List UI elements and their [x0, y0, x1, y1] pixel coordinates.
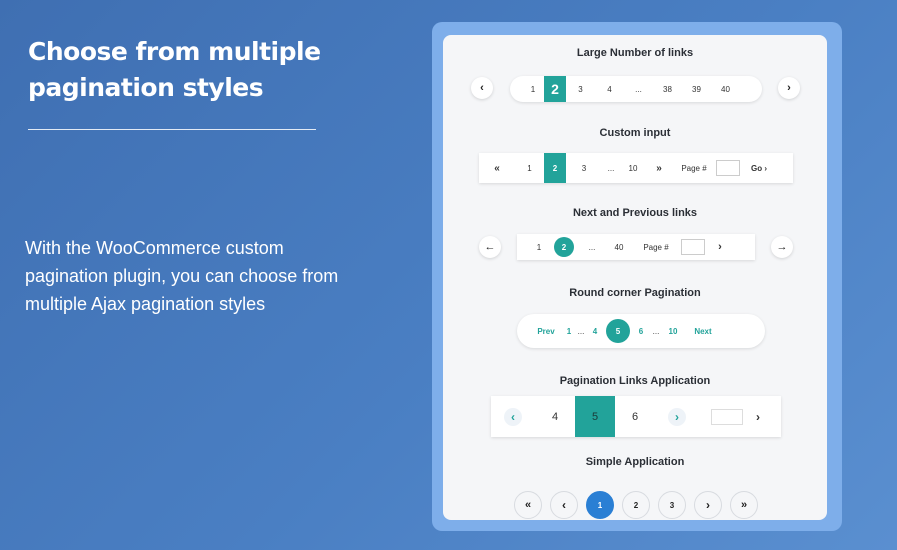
page-link[interactable]: 6 [633, 314, 649, 348]
page-link[interactable]: 1 [515, 153, 544, 183]
pagination-panel: Large Number of links ‹ 1 2 3 4 ... 38 3… [443, 35, 827, 520]
chevron-right-icon: › [706, 498, 710, 512]
page-link-active[interactable]: 5 [606, 319, 630, 343]
ellipsis: ... [607, 163, 615, 173]
page-link[interactable]: 4 [587, 314, 603, 348]
page-link-active[interactable]: 2 [544, 76, 566, 102]
double-chevron-right-icon: » [740, 499, 748, 511]
page-label: Page # [643, 242, 669, 252]
page-link[interactable]: 40 [607, 234, 631, 260]
page-link[interactable]: 1 [527, 234, 551, 260]
hero-divider [28, 129, 316, 130]
next-arrow-button[interactable]: → [771, 236, 793, 258]
ellipsis: ... [588, 242, 596, 252]
page-number-input[interactable] [716, 160, 740, 176]
page-link[interactable]: 39 [682, 76, 711, 102]
section-title-next-prev: Next and Previous links [572, 207, 698, 219]
next-prev-pagination-bar: 1 2 ... 40 Page # › [517, 234, 755, 260]
double-chevron-left-icon: « [524, 499, 532, 511]
page-link[interactable]: 4 [595, 76, 624, 102]
first-page-button[interactable]: « [479, 153, 515, 183]
ellipsis: ... [635, 84, 642, 94]
ellipsis: ... [652, 326, 660, 336]
go-button[interactable]: Go › [740, 153, 778, 183]
go-button[interactable]: › [743, 396, 773, 437]
page-label: Page # [681, 163, 707, 173]
custom-pagination-bar: « 1 2 3 ... 10 » Page # Go › [479, 153, 793, 183]
page-link[interactable]: 6 [615, 396, 655, 437]
arrow-left-icon: ← [484, 241, 496, 253]
last-page-button[interactable]: » [730, 491, 758, 519]
page-link[interactable]: 10 [620, 153, 646, 183]
page-link-active[interactable]: 5 [575, 396, 615, 437]
hero-description: With the WooCommerce custom pagination p… [25, 238, 339, 314]
next-button[interactable]: › [778, 77, 800, 99]
first-page-button[interactable]: « [514, 491, 542, 519]
section-title-simple: Simple Application [585, 456, 685, 468]
section-title-round: Round corner Pagination [569, 287, 701, 299]
page-link[interactable]: 10 [663, 314, 683, 348]
chevron-right-icon[interactable]: › [668, 407, 686, 426]
page-link[interactable]: 38 [653, 76, 682, 102]
page-link[interactable]: 3 [566, 153, 602, 183]
section-title-custom: Custom input [599, 127, 671, 139]
page-link[interactable]: 2 [622, 491, 650, 519]
prev-button[interactable]: ‹ [471, 77, 493, 99]
chevron-left-icon[interactable]: ‹ [504, 407, 522, 426]
go-button[interactable]: › [705, 234, 735, 260]
page-link-active[interactable]: 2 [544, 153, 566, 183]
app-pagination-bar: ‹ 4 5 6 › › [491, 396, 781, 437]
page-link[interactable]: 1 [563, 314, 575, 348]
page-link[interactable]: 1 [522, 76, 544, 102]
prev-arrow-button[interactable]: ← [479, 236, 501, 258]
chevron-left-icon: ‹ [480, 82, 484, 94]
prev-link[interactable]: Prev [529, 314, 563, 348]
ellipsis: ... [577, 326, 585, 336]
page-link[interactable]: 3 [658, 491, 686, 519]
page-number-input[interactable] [711, 408, 743, 425]
next-link[interactable]: Next [683, 314, 723, 348]
page-link[interactable]: 40 [711, 76, 740, 102]
prev-button[interactable]: ‹ [550, 491, 578, 519]
page-link[interactable]: 4 [535, 396, 575, 437]
section-title-app: Pagination Links Application [559, 375, 711, 387]
page-number-input[interactable] [681, 239, 705, 255]
large-pagination-bar: 1 2 3 4 ... 38 39 40 [510, 76, 762, 102]
section-title-large: Large Number of links [576, 47, 694, 59]
page-link[interactable]: 3 [566, 76, 595, 102]
hero-title: Choose from multiple pagination styles [28, 37, 321, 102]
chevron-left-icon: ‹ [562, 498, 566, 512]
page-link-active[interactable]: 2 [554, 237, 574, 257]
next-button[interactable]: › [694, 491, 722, 519]
arrow-right-icon: → [776, 241, 788, 253]
round-pagination-bar: Prev 1 ... 4 5 6 ... 10 Next [517, 314, 765, 348]
last-page-button[interactable]: » [646, 153, 672, 183]
page-link-active[interactable]: 1 [586, 491, 614, 519]
chevron-right-icon: › [787, 82, 791, 94]
